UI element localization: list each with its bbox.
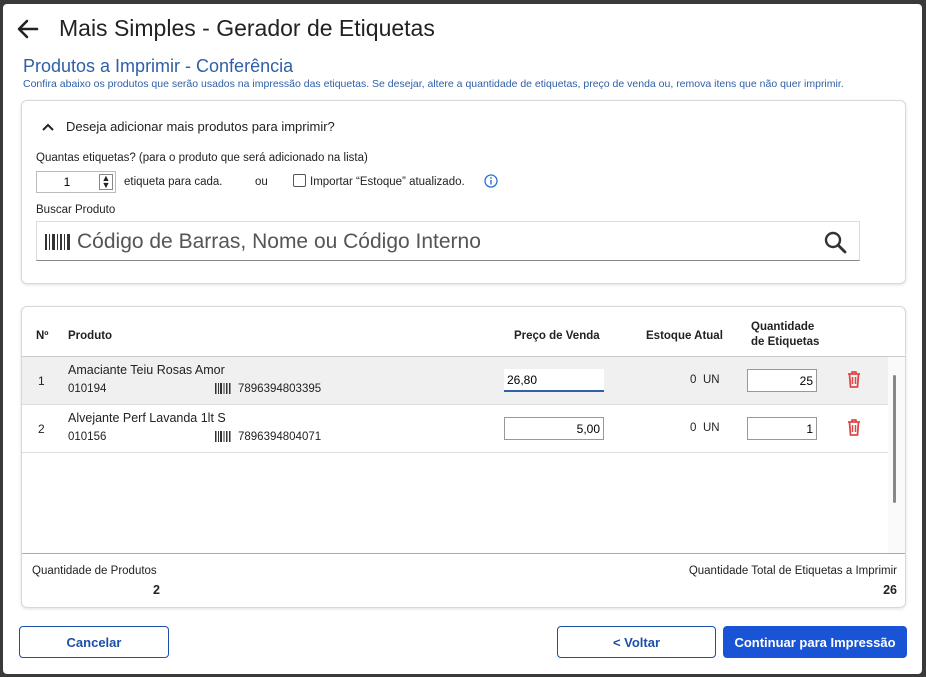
- add-products-panel: Deseja adicionar mais produtos para impr…: [21, 100, 906, 284]
- add-products-toggle[interactable]: Deseja adicionar mais produtos para impr…: [42, 119, 335, 134]
- header-num: Nº: [36, 330, 49, 342]
- stock-unit: UN: [703, 422, 720, 434]
- trash-icon[interactable]: [847, 370, 861, 391]
- products-table: Nº Produto Preço de Venda Estoque Atual …: [21, 306, 906, 608]
- table-header: Nº Produto Preço de Venda Estoque Atual …: [22, 315, 905, 357]
- price-input[interactable]: [504, 417, 604, 440]
- info-icon[interactable]: [484, 174, 498, 188]
- product-code: 010194: [68, 383, 107, 395]
- back-button[interactable]: < Voltar: [557, 626, 716, 658]
- products-count-value: 2: [153, 583, 160, 597]
- label-qty-input[interactable]: [747, 369, 817, 392]
- scrollbar-thumb[interactable]: [893, 375, 896, 503]
- search-input[interactable]: [77, 228, 807, 256]
- table-row[interactable]: 1 Amaciante Teiu Rosas Amor 010194 78963…: [22, 357, 888, 405]
- product-search-box[interactable]: [36, 221, 860, 261]
- search-icon[interactable]: [823, 230, 847, 259]
- row-num: 2: [38, 422, 45, 436]
- search-label: Buscar Produto: [36, 204, 116, 216]
- import-stock-checkbox[interactable]: [293, 174, 306, 187]
- table-footer: Quantidade de Produtos 2 Quantidade Tota…: [22, 553, 905, 607]
- scrollbar-track[interactable]: [888, 357, 905, 553]
- trash-icon[interactable]: [847, 418, 861, 439]
- app-title: Mais Simples - Gerador de Etiquetas: [59, 15, 435, 41]
- products-count-label: Quantidade de Produtos: [32, 565, 157, 577]
- label-qty-input[interactable]: [747, 417, 817, 440]
- table-row[interactable]: 2 Alvejante Perf Lavanda 1lt S 010156 78…: [22, 405, 888, 453]
- total-labels-value: 26: [883, 583, 897, 597]
- header-stock: Estoque Atual: [646, 330, 723, 342]
- label-qty-input[interactable]: [37, 172, 97, 192]
- app-window: Mais Simples - Gerador de Etiquetas Prod…: [3, 4, 922, 674]
- product-code: 010156: [68, 431, 107, 443]
- continue-to-print-button[interactable]: Continuar para Impressão: [723, 626, 907, 658]
- total-labels-label: Quantidade Total de Etiquetas a Imprimir: [688, 565, 897, 577]
- section-subtitle: Confira abaixo os produtos que serão usa…: [23, 78, 844, 90]
- title-bar: Mais Simples - Gerador de Etiquetas: [3, 4, 922, 50]
- barcode-icon: [215, 383, 231, 397]
- header-qty-line1: Quantidade: [751, 321, 815, 333]
- header-product: Produto: [68, 330, 113, 342]
- import-stock-label[interactable]: Importar “Estoque” atualizado.: [310, 176, 465, 188]
- section-title: Produtos a Imprimir - Conferência: [23, 56, 294, 76]
- product-name: Amaciante Teiu Rosas Amor: [68, 363, 225, 377]
- barcode-icon: [45, 234, 71, 255]
- stock-value: 0: [690, 374, 697, 386]
- row-num: 1: [38, 374, 45, 388]
- price-input[interactable]: [504, 369, 604, 392]
- stock-value: 0: [690, 422, 697, 434]
- or-text: ou: [255, 176, 268, 188]
- back-arrow-icon[interactable]: [13, 14, 43, 44]
- product-name: Alvejante Perf Lavanda 1lt S: [68, 411, 226, 425]
- barcode-icon: [215, 431, 231, 445]
- label-qty-stepper[interactable]: ▲▼: [36, 171, 116, 193]
- header-qty-line2: de Etiquetas: [751, 336, 820, 348]
- product-barcode: 7896394803395: [238, 383, 322, 395]
- per-each-text: etiqueta para cada.: [124, 176, 223, 188]
- cancel-button[interactable]: Cancelar: [19, 626, 169, 658]
- spinner-arrows-icon[interactable]: ▲ ▼: [99, 174, 113, 190]
- header-price: Preço de Venda: [514, 330, 600, 342]
- stock-unit: UN: [703, 374, 720, 386]
- product-barcode: 7896394804071: [238, 431, 322, 443]
- chevron-up-icon: [42, 123, 54, 131]
- label-qty-question: Quantas etiquetas? (para o produto que s…: [36, 152, 368, 164]
- add-products-toggle-label: Deseja adicionar mais produtos para impr…: [66, 119, 335, 134]
